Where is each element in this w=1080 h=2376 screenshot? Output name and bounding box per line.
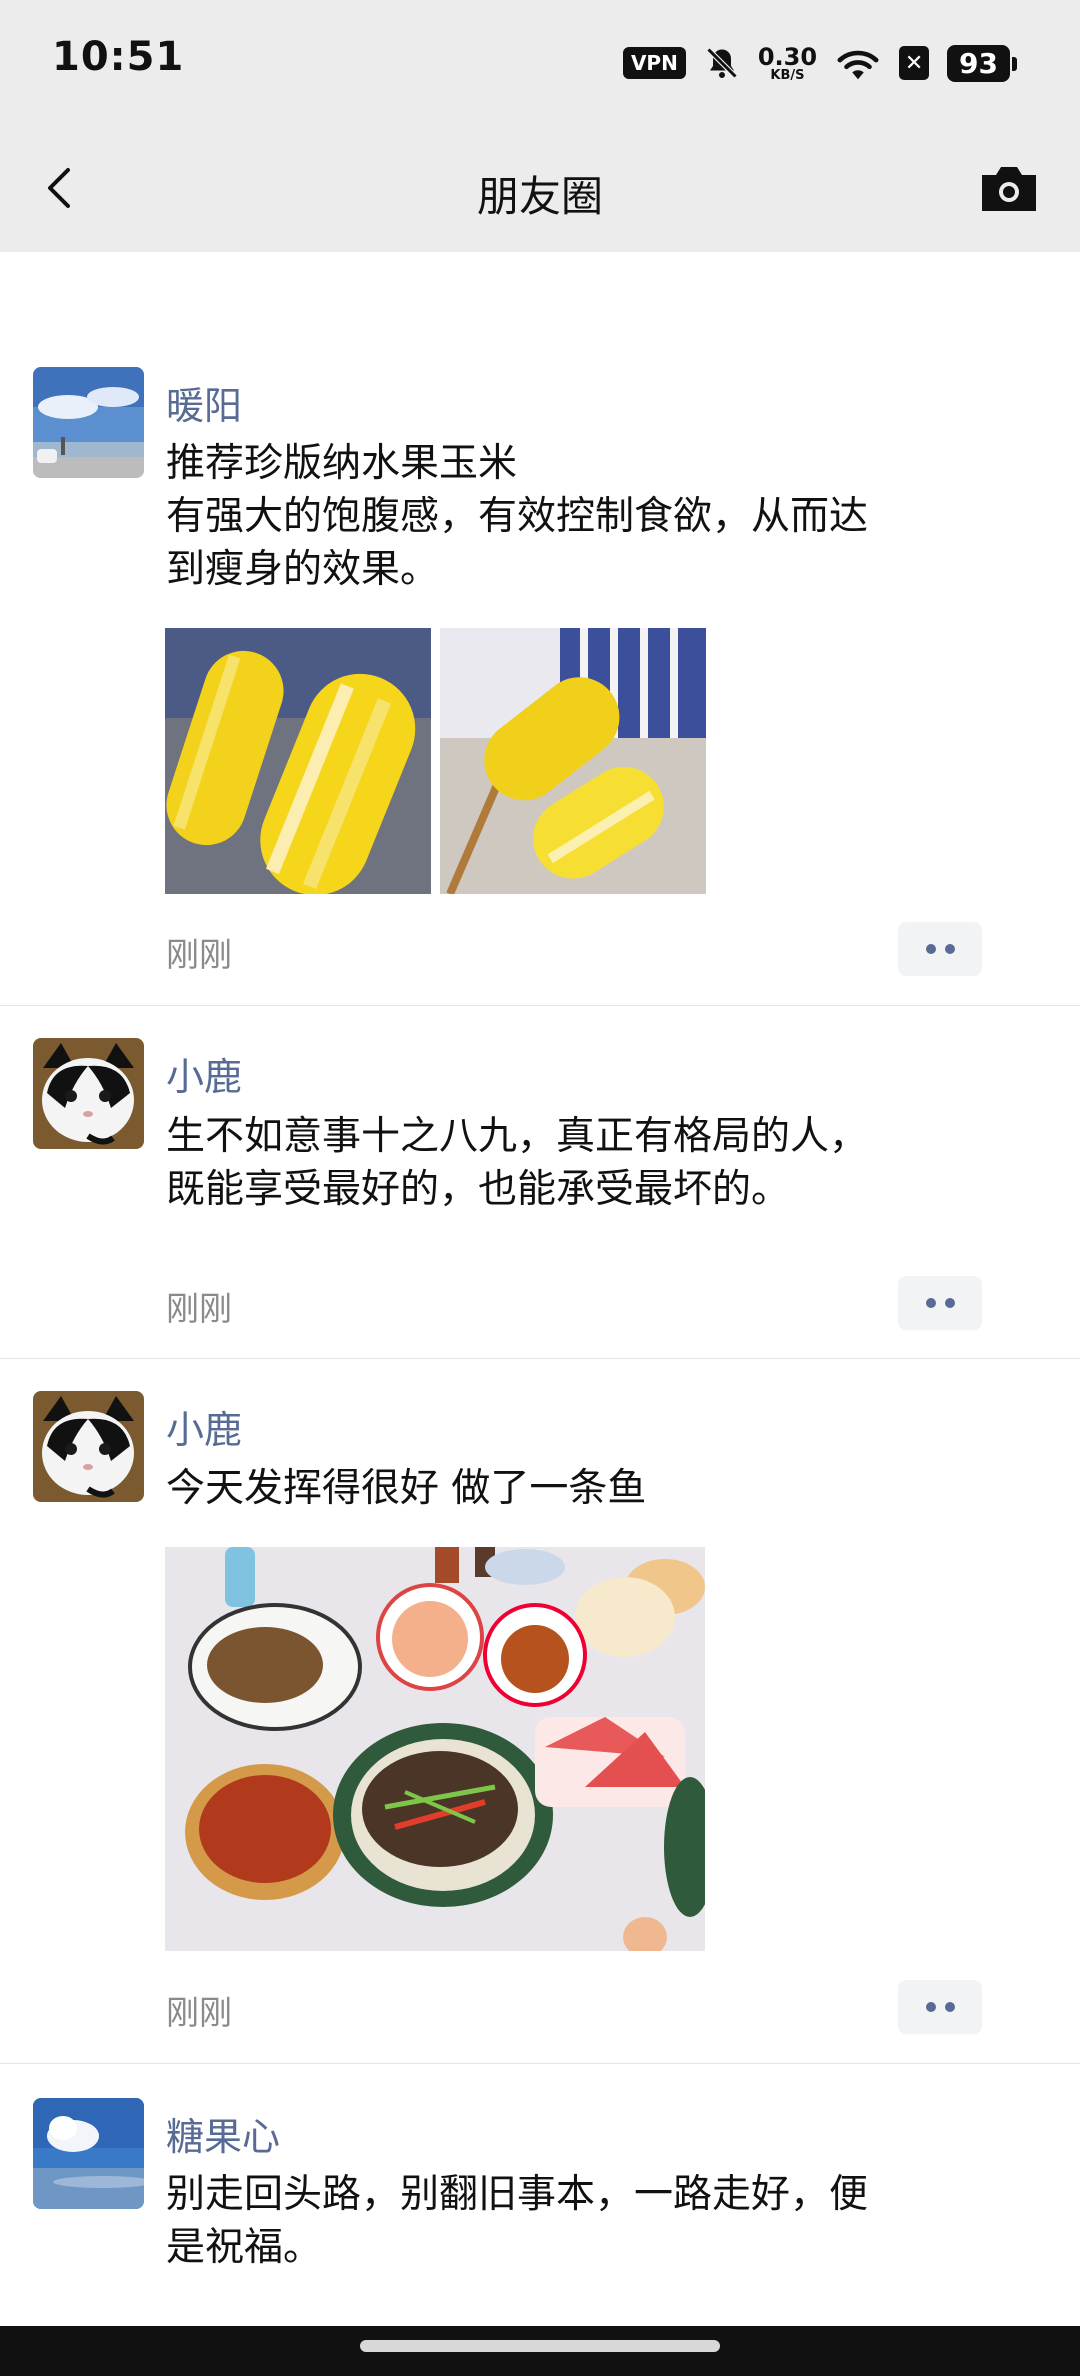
wifi-icon (837, 50, 879, 80)
post-text-line: 推荐珍版纳水果玉米 (166, 441, 518, 486)
more-actions-button[interactable] (898, 1276, 982, 1330)
dot-icon (944, 1298, 955, 1308)
dot-icon (925, 944, 936, 954)
avatar[interactable] (33, 1038, 144, 1149)
avatar[interactable] (33, 1391, 144, 1502)
net-speed-unit: KB/S (770, 67, 805, 83)
vpn-icon: VPN (622, 47, 686, 79)
post-text-line: 到瘦身的效果。 (166, 547, 440, 592)
bell-muted-icon (706, 47, 738, 79)
sim-x-icon: ✕ (899, 46, 930, 80)
post-image[interactable] (165, 628, 431, 894)
post-text-line: 今天发挥得很好 做了一条鱼 (166, 1466, 647, 1511)
post-text: 生不如意事十之八九，真正有格局的人， 既能享受最好的，也能承受最坏的。 (166, 1110, 996, 1216)
dot-icon (925, 1298, 936, 1308)
home-indicator[interactable] (360, 2340, 720, 2352)
page-title: 朋友圈 (476, 172, 603, 221)
camera-icon[interactable] (978, 157, 1040, 217)
avatar-sky-image (33, 2098, 144, 2209)
status-icons: VPN 0.30 KB/S ✕ 93 (622, 40, 1017, 86)
post-time: 刚刚 (166, 935, 232, 974)
avatar[interactable] (33, 2098, 144, 2209)
post-text: 别走回头路，别翻旧事本，一路走好，便 是祝福。 (166, 2168, 996, 2274)
status-time: 10:51 (52, 34, 185, 80)
post-text-line: 是祝福。 (166, 2225, 323, 2270)
more-actions-button[interactable] (898, 922, 982, 976)
moment-post: 糖果心 别走回头路，别翻旧事本，一路走好，便 是祝福。 (0, 2064, 1080, 2326)
nav-bar: 朋友圈 (0, 125, 1080, 252)
more-actions-button[interactable] (898, 1980, 982, 2034)
dot-icon (944, 2002, 955, 2012)
battery-indicator: 93 (947, 44, 1017, 82)
post-text-line: 有强大的饱腹感，有效控制食欲，从而达 (166, 494, 869, 539)
post-author-name[interactable]: 暖阳 (166, 375, 242, 430)
dot-icon (925, 2002, 936, 2012)
net-speed-value: 0.30 (757, 42, 818, 71)
moment-post: 暖阳 推荐珍版纳水果玉米 有强大的饱腹感，有效控制食欲，从而达 到瘦身的效果。 (0, 252, 1080, 1006)
status-bar: 10:51 VPN 0.30 KB/S ✕ 93 (0, 0, 1080, 125)
post-author-name[interactable]: 小鹿 (166, 1046, 242, 1101)
moment-post: 小鹿 生不如意事十之八九，真正有格局的人， 既能享受最好的，也能承受最坏的。 刚… (0, 1006, 1080, 1359)
dot-icon (944, 944, 955, 954)
avatar[interactable] (33, 367, 144, 478)
avatar-cat-image (33, 1391, 144, 1502)
post-image[interactable] (440, 628, 706, 894)
post-text: 推荐珍版纳水果玉米 有强大的饱腹感，有效控制食欲，从而达 到瘦身的效果。 (166, 437, 996, 596)
avatar-cat-image (33, 1038, 144, 1149)
post-text: 今天发挥得很好 做了一条鱼 (166, 1462, 996, 1515)
post-text-line: 既能享受最好的，也能承受最坏的。 (166, 1167, 791, 1212)
post-time: 刚刚 (166, 1289, 232, 1328)
post-author-name[interactable]: 糖果心 (166, 2106, 280, 2161)
post-text-line: 别走回头路，别翻旧事本，一路走好，便 (166, 2172, 869, 2217)
post-text-line: 生不如意事十之八九，真正有格局的人， (166, 1114, 869, 1159)
avatar-sky-image (33, 367, 144, 478)
post-image[interactable] (165, 1547, 705, 1951)
moment-post: 小鹿 今天发挥得很好 做了一条鱼 刚刚 (0, 1359, 1080, 2064)
post-time: 刚刚 (166, 1993, 232, 2032)
post-author-name[interactable]: 小鹿 (166, 1399, 242, 1454)
net-speed: 0.30 KB/S (758, 45, 817, 82)
gesture-bar (0, 2326, 1080, 2376)
